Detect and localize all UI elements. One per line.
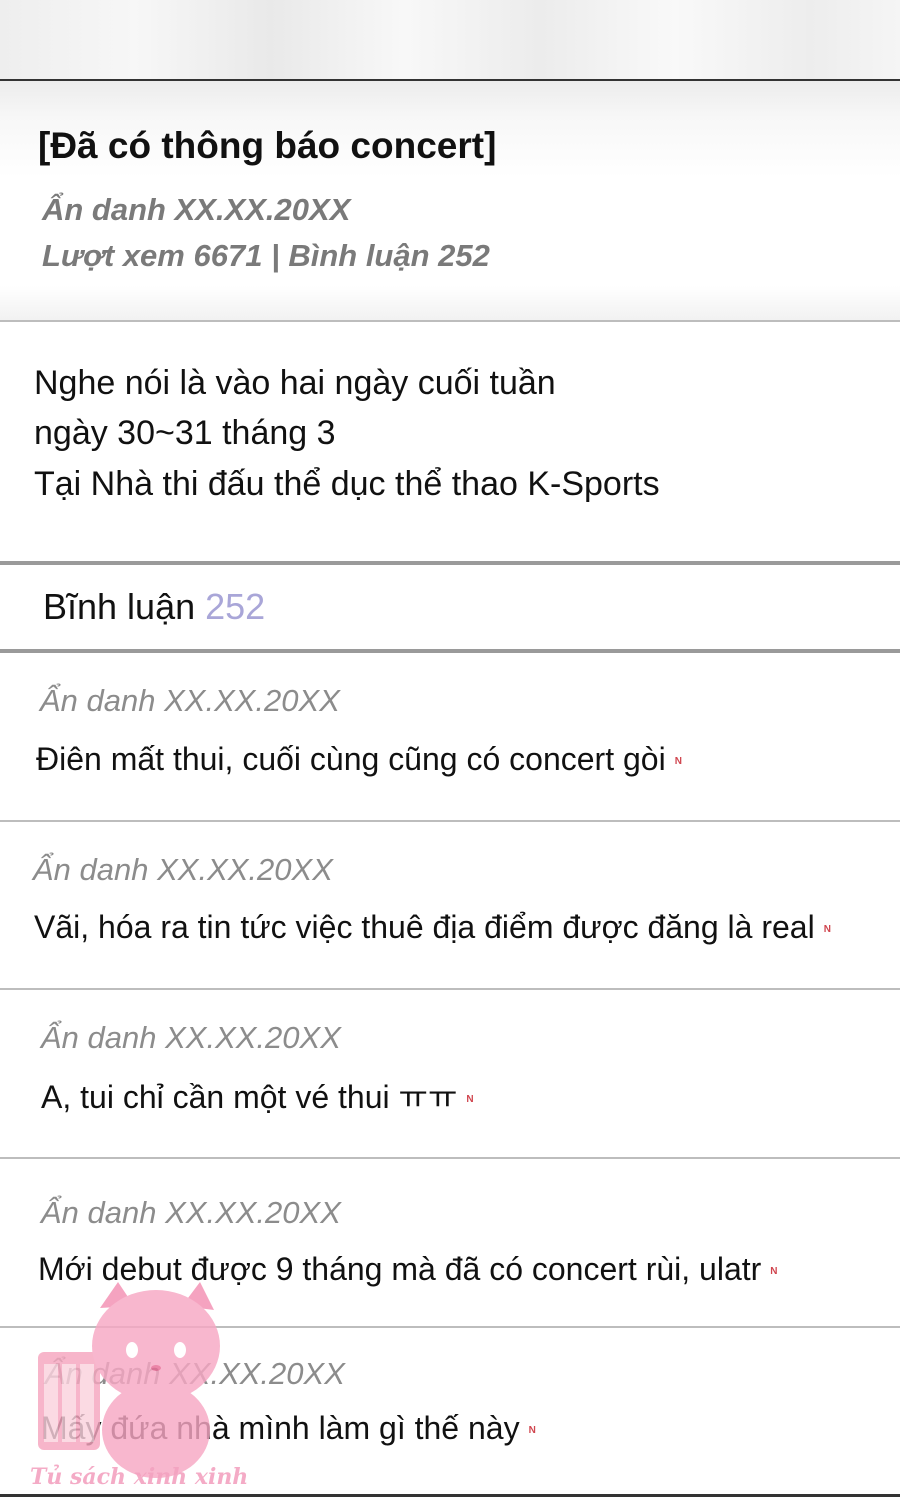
post-body-line: Nghe nói là vào hai ngày cuối tuần bbox=[34, 364, 556, 402]
comment-author-date: Ẩn danh XX.XX.20XX bbox=[41, 1195, 341, 1230]
comment-text: Điên mất thui, cuối cùng cũng có concert… bbox=[36, 741, 682, 777]
post-body: Nghe nói là vào hai ngày cuối tuần ngày … bbox=[0, 322, 900, 562]
post-body-line: ngày 30~31 tháng 3 bbox=[34, 414, 336, 452]
comment-item[interactable]: Ẩn danh XX.XX.20XX A, tui chỉ cần một vé… bbox=[0, 990, 900, 1157]
comment-text: Vãi, hóa ra tin tức việc thuê địa điểm đ… bbox=[34, 909, 831, 945]
comment-author-date: Ẩn danh XX.XX.20XX bbox=[33, 852, 333, 887]
comments-count: 252 bbox=[205, 586, 266, 627]
divider bbox=[0, 561, 900, 565]
divider bbox=[0, 1494, 900, 1497]
comments-heading: Bĩnh luận 252 bbox=[43, 586, 265, 628]
comment-author-date: Ẩn danh XX.XX.20XX bbox=[45, 1356, 345, 1391]
background-curtain bbox=[0, 0, 900, 79]
comment-author-date: Ẩn danh XX.XX.20XX bbox=[41, 1020, 341, 1055]
post-author-date: Ẩn danh XX.XX.20XX bbox=[42, 192, 351, 227]
comment-item[interactable]: Ẩn danh XX.XX.20XX Mới debut được 9 thán… bbox=[0, 1159, 900, 1326]
new-badge-icon: N bbox=[823, 924, 831, 936]
post-header: [Đã có thông báo concert] Ẩn danh XX.XX.… bbox=[0, 79, 900, 322]
comment-item[interactable]: Ẩn danh XX.XX.20XX Vãi, hóa ra tin tức v… bbox=[0, 822, 900, 988]
comment-text: A, tui chỉ cần một vé thui ㅠㅠ N bbox=[41, 1079, 474, 1115]
comments-label: Bĩnh luận bbox=[43, 586, 196, 627]
comment-item[interactable]: Ẩn danh XX.XX.20XX Điên mất thui, cuối c… bbox=[0, 653, 900, 820]
new-badge-icon: N bbox=[466, 1094, 474, 1106]
comment-text: Mới debut được 9 tháng mà đã có concert … bbox=[38, 1251, 778, 1287]
watermark-text: Tủ sách xinh xinh bbox=[30, 1464, 249, 1490]
comment-text: Mấy đứa nhà mình làm gì thế này N bbox=[41, 1410, 536, 1446]
new-badge-icon: N bbox=[528, 1425, 536, 1437]
post-stats: Lượt xem 6671 | Bình luận 252 bbox=[42, 238, 490, 273]
comment-author-date: Ẩn danh XX.XX.20XX bbox=[40, 683, 340, 718]
post-title: [Đã có thông báo concert] bbox=[38, 125, 497, 166]
post-body-line: Tại Nhà thi đấu thể dục thể thao K-Sport… bbox=[34, 465, 660, 503]
new-badge-icon: N bbox=[770, 1266, 778, 1278]
new-badge-icon: N bbox=[674, 756, 682, 768]
